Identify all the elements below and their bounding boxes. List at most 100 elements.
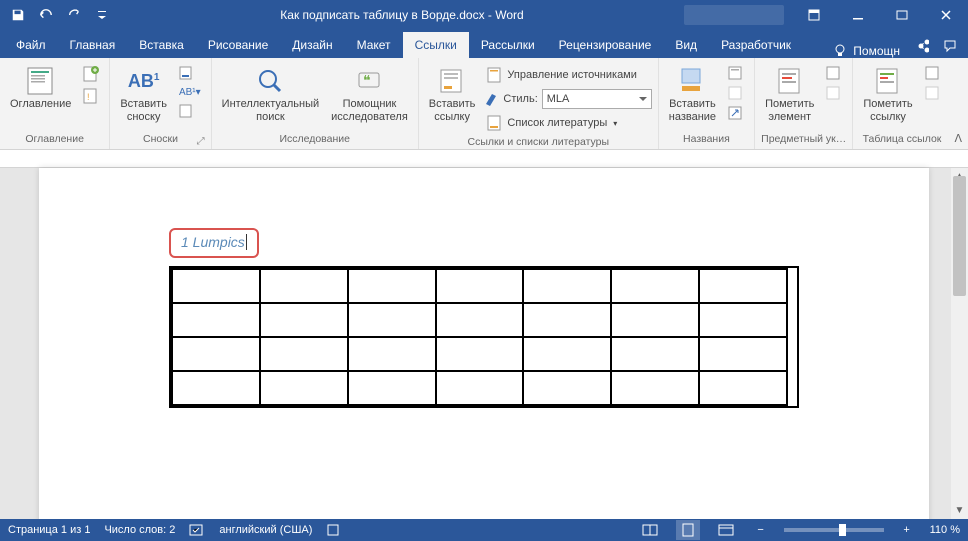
web-layout-button[interactable]: [714, 520, 738, 540]
table-row[interactable]: [172, 337, 787, 371]
update-authorities-button[interactable]: [921, 84, 945, 102]
page-number-status[interactable]: Страница 1 из 1: [8, 524, 90, 536]
share-button[interactable]: [908, 34, 936, 58]
collapse-ribbon-button[interactable]: ᐱ: [954, 132, 962, 145]
table-cell[interactable]: [523, 269, 611, 303]
table-cell[interactable]: [172, 269, 260, 303]
insert-index-button[interactable]: [822, 64, 846, 82]
document-table[interactable]: [169, 266, 799, 408]
read-mode-button[interactable]: [638, 520, 662, 540]
table-cell[interactable]: [436, 371, 524, 405]
save-button[interactable]: [6, 3, 30, 27]
tab-draw[interactable]: Рисование: [196, 32, 280, 58]
language-status[interactable]: английский (США): [219, 524, 312, 536]
toc-button[interactable]: Оглавление: [6, 62, 75, 113]
zoom-out-button[interactable]: −: [752, 520, 770, 540]
table-cell[interactable]: [611, 337, 699, 371]
table-cell[interactable]: [348, 371, 436, 405]
table-cell[interactable]: [611, 371, 699, 405]
researcher-button[interactable]: ❝ Помощник исследователя: [327, 62, 412, 126]
undo-button[interactable]: [34, 3, 58, 27]
table-row[interactable]: [172, 371, 787, 405]
zoom-level[interactable]: 110 %: [930, 524, 960, 536]
table-cell[interactable]: [348, 337, 436, 371]
table-row[interactable]: [172, 303, 787, 337]
horizontal-ruler[interactable]: [0, 150, 968, 168]
table-cell[interactable]: [436, 337, 524, 371]
citation-style-select[interactable]: MLA: [542, 89, 652, 109]
table-cell[interactable]: [172, 371, 260, 405]
bibliography-button[interactable]: Список литературы▾: [483, 112, 651, 134]
tab-insert[interactable]: Вставка: [127, 32, 196, 58]
zoom-in-button[interactable]: +: [898, 520, 916, 540]
page[interactable]: 1 Lumpics: [39, 168, 929, 519]
insert-citation-button[interactable]: Вставить ссылку: [425, 62, 480, 126]
update-toc-button[interactable]: !: [79, 86, 103, 106]
table-cell[interactable]: [436, 269, 524, 303]
update-index-button[interactable]: [822, 84, 846, 102]
table-cell[interactable]: [172, 337, 260, 371]
ribbon-display-options-button[interactable]: [792, 0, 836, 30]
table-cell[interactable]: [699, 337, 787, 371]
table-cell[interactable]: [699, 303, 787, 337]
word-count-status[interactable]: Число слов: 2: [104, 524, 175, 536]
zoom-slider[interactable]: [784, 528, 884, 532]
table-cell[interactable]: [699, 371, 787, 405]
tab-mailings[interactable]: Рассылки: [469, 32, 547, 58]
tab-review[interactable]: Рецензирование: [547, 32, 664, 58]
cross-reference-button[interactable]: [724, 104, 748, 122]
vertical-scrollbar[interactable]: ▲ ▼: [951, 168, 968, 519]
next-footnote-button[interactable]: AB¹▾: [175, 84, 205, 100]
tell-me-help[interactable]: Помощн: [825, 44, 908, 58]
table-cell[interactable]: [348, 269, 436, 303]
show-notes-button[interactable]: [175, 102, 205, 120]
manage-sources-button[interactable]: Управление источниками: [483, 64, 651, 86]
table-cell[interactable]: [523, 303, 611, 337]
table-cell[interactable]: [611, 269, 699, 303]
tab-file[interactable]: Файл: [4, 32, 58, 58]
tab-design[interactable]: Дизайн: [280, 32, 344, 58]
table-cell[interactable]: [523, 337, 611, 371]
table-cell[interactable]: [436, 303, 524, 337]
insert-table-of-figures-button[interactable]: [724, 64, 748, 82]
macro-record-icon[interactable]: [326, 523, 340, 537]
add-text-button[interactable]: [79, 64, 103, 84]
footnotes-launcher[interactable]: ⤢: [197, 136, 205, 147]
insert-authorities-button[interactable]: [921, 64, 945, 82]
spellcheck-icon[interactable]: [189, 523, 205, 537]
table-caption[interactable]: 1 Lumpics: [169, 228, 259, 258]
print-layout-button[interactable]: [676, 520, 700, 540]
table-cell[interactable]: [260, 269, 348, 303]
tab-view[interactable]: Вид: [663, 32, 709, 58]
mark-citation-button[interactable]: Пометить ссылку: [859, 62, 916, 126]
redo-button[interactable]: [62, 3, 86, 27]
table-cell[interactable]: [523, 371, 611, 405]
table-cell[interactable]: [260, 337, 348, 371]
table-cell[interactable]: [172, 303, 260, 337]
insert-footnote-button[interactable]: AB1 Вставить сноску: [116, 62, 171, 126]
close-button[interactable]: [924, 0, 968, 30]
update-table-button[interactable]: [724, 84, 748, 102]
user-account-area[interactable]: [684, 5, 784, 25]
tab-layout[interactable]: Макет: [345, 32, 403, 58]
maximize-button[interactable]: [880, 0, 924, 30]
tab-references[interactable]: Ссылки: [403, 32, 469, 58]
scroll-down-arrow[interactable]: ▼: [951, 502, 968, 519]
qat-customize-button[interactable]: [90, 3, 114, 27]
mark-entry-button[interactable]: Пометить элемент: [761, 62, 818, 126]
tab-developer[interactable]: Разработчик: [709, 32, 803, 58]
table-cell[interactable]: [611, 303, 699, 337]
insert-endnote-button[interactable]: [175, 64, 205, 82]
minimize-button[interactable]: [836, 0, 880, 30]
table-cell[interactable]: [699, 269, 787, 303]
table-row[interactable]: [172, 269, 787, 303]
scrollbar-thumb[interactable]: [953, 176, 966, 296]
smart-lookup-button[interactable]: Интеллектуальный поиск: [218, 62, 323, 126]
table-cell[interactable]: [348, 303, 436, 337]
comments-button[interactable]: [936, 34, 964, 58]
tab-home[interactable]: Главная: [58, 32, 128, 58]
table-cell[interactable]: [260, 303, 348, 337]
table-cell[interactable]: [260, 371, 348, 405]
zoom-slider-thumb[interactable]: [839, 524, 846, 536]
insert-caption-button[interactable]: Вставить название: [665, 62, 720, 126]
